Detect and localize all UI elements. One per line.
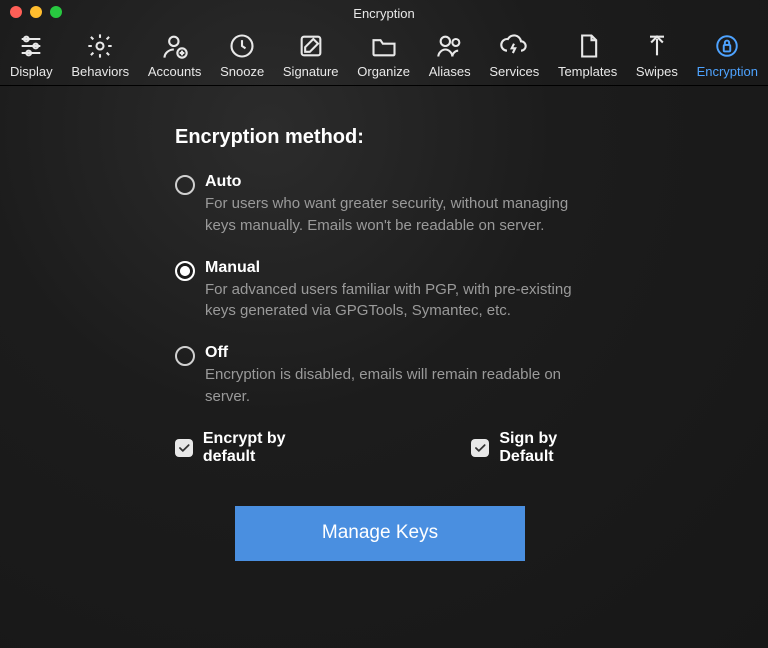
person-plus-icon <box>161 32 189 60</box>
toolbar-item-templates[interactable]: Templates <box>556 30 619 81</box>
sign-default-checkbox[interactable]: Sign by Default <box>471 430 615 466</box>
clock-icon <box>228 32 256 60</box>
preferences-toolbar: Display Behaviors Accounts Snooze Signat <box>0 24 768 86</box>
encryption-pane: Encryption method: Auto For users who wa… <box>0 86 615 561</box>
option-label: Auto <box>205 173 585 191</box>
option-label: Off <box>205 344 585 362</box>
toolbar-item-behaviors[interactable]: Behaviors <box>69 30 131 81</box>
toolbar-label: Behaviors <box>71 64 129 79</box>
toolbar-label: Organize <box>357 64 410 79</box>
toolbar-item-organize[interactable]: Organize <box>355 30 412 81</box>
gear-icon <box>86 32 114 60</box>
option-manual[interactable]: Manual For advanced users familiar with … <box>175 259 615 323</box>
minimize-window-button[interactable] <box>30 6 42 18</box>
window-title: Encryption <box>353 6 414 21</box>
toolbar-item-snooze[interactable]: Snooze <box>218 30 266 81</box>
toolbar-label: Aliases <box>429 64 471 79</box>
preferences-window: Encryption Display Behaviors Accounts <box>0 0 768 648</box>
option-off[interactable]: Off Encryption is disabled, emails will … <box>175 344 615 408</box>
checkbox-label: Sign by Default <box>499 430 615 466</box>
toolbar-label: Signature <box>283 64 339 79</box>
cloud-lightning-icon <box>500 32 528 60</box>
titlebar: Encryption <box>0 0 768 24</box>
manage-keys-button[interactable]: Manage Keys <box>235 506 525 561</box>
option-auto[interactable]: Auto For users who want greater security… <box>175 173 615 237</box>
toolbar-item-swipes[interactable]: Swipes <box>634 30 680 81</box>
option-label: Manual <box>205 259 585 277</box>
toolbar-label: Display <box>10 64 53 79</box>
pencil-square-icon <box>297 32 325 60</box>
sliders-icon <box>17 32 45 60</box>
folder-icon <box>370 32 398 60</box>
toolbar-item-services[interactable]: Services <box>487 30 541 81</box>
toolbar-label: Templates <box>558 64 617 79</box>
toolbar-item-encryption[interactable]: Encryption <box>695 30 760 81</box>
people-icon <box>436 32 464 60</box>
radio-manual[interactable] <box>175 261 195 281</box>
option-desc: For users who want greater security, wit… <box>205 193 585 237</box>
option-desc: Encryption is disabled, emails will rema… <box>205 364 585 408</box>
checkbox-icon <box>471 439 489 457</box>
toolbar-label: Services <box>489 64 539 79</box>
toolbar-item-aliases[interactable]: Aliases <box>427 30 473 81</box>
toolbar-label: Encryption <box>697 64 758 79</box>
checkbox-label: Encrypt by default <box>203 430 342 466</box>
radio-off[interactable] <box>175 346 195 366</box>
toolbar-label: Accounts <box>148 64 201 79</box>
toolbar-label: Snooze <box>220 64 264 79</box>
close-window-button[interactable] <box>10 6 22 18</box>
toolbar-item-signature[interactable]: Signature <box>281 30 341 81</box>
option-desc: For advanced users familiar with PGP, wi… <box>205 279 585 323</box>
checkbox-icon <box>175 439 193 457</box>
swipe-icon <box>643 32 671 60</box>
radio-auto[interactable] <box>175 175 195 195</box>
section-title: Encryption method: <box>175 126 615 149</box>
toolbar-label: Swipes <box>636 64 678 79</box>
checkbox-row: Encrypt by default Sign by Default <box>175 430 615 466</box>
toolbar-item-accounts[interactable]: Accounts <box>146 30 203 81</box>
toolbar-item-display[interactable]: Display <box>8 30 55 81</box>
lock-icon <box>713 32 741 60</box>
zoom-window-button[interactable] <box>50 6 62 18</box>
document-icon <box>574 32 602 60</box>
encrypt-default-checkbox[interactable]: Encrypt by default <box>175 430 341 466</box>
traffic-lights <box>10 6 62 18</box>
